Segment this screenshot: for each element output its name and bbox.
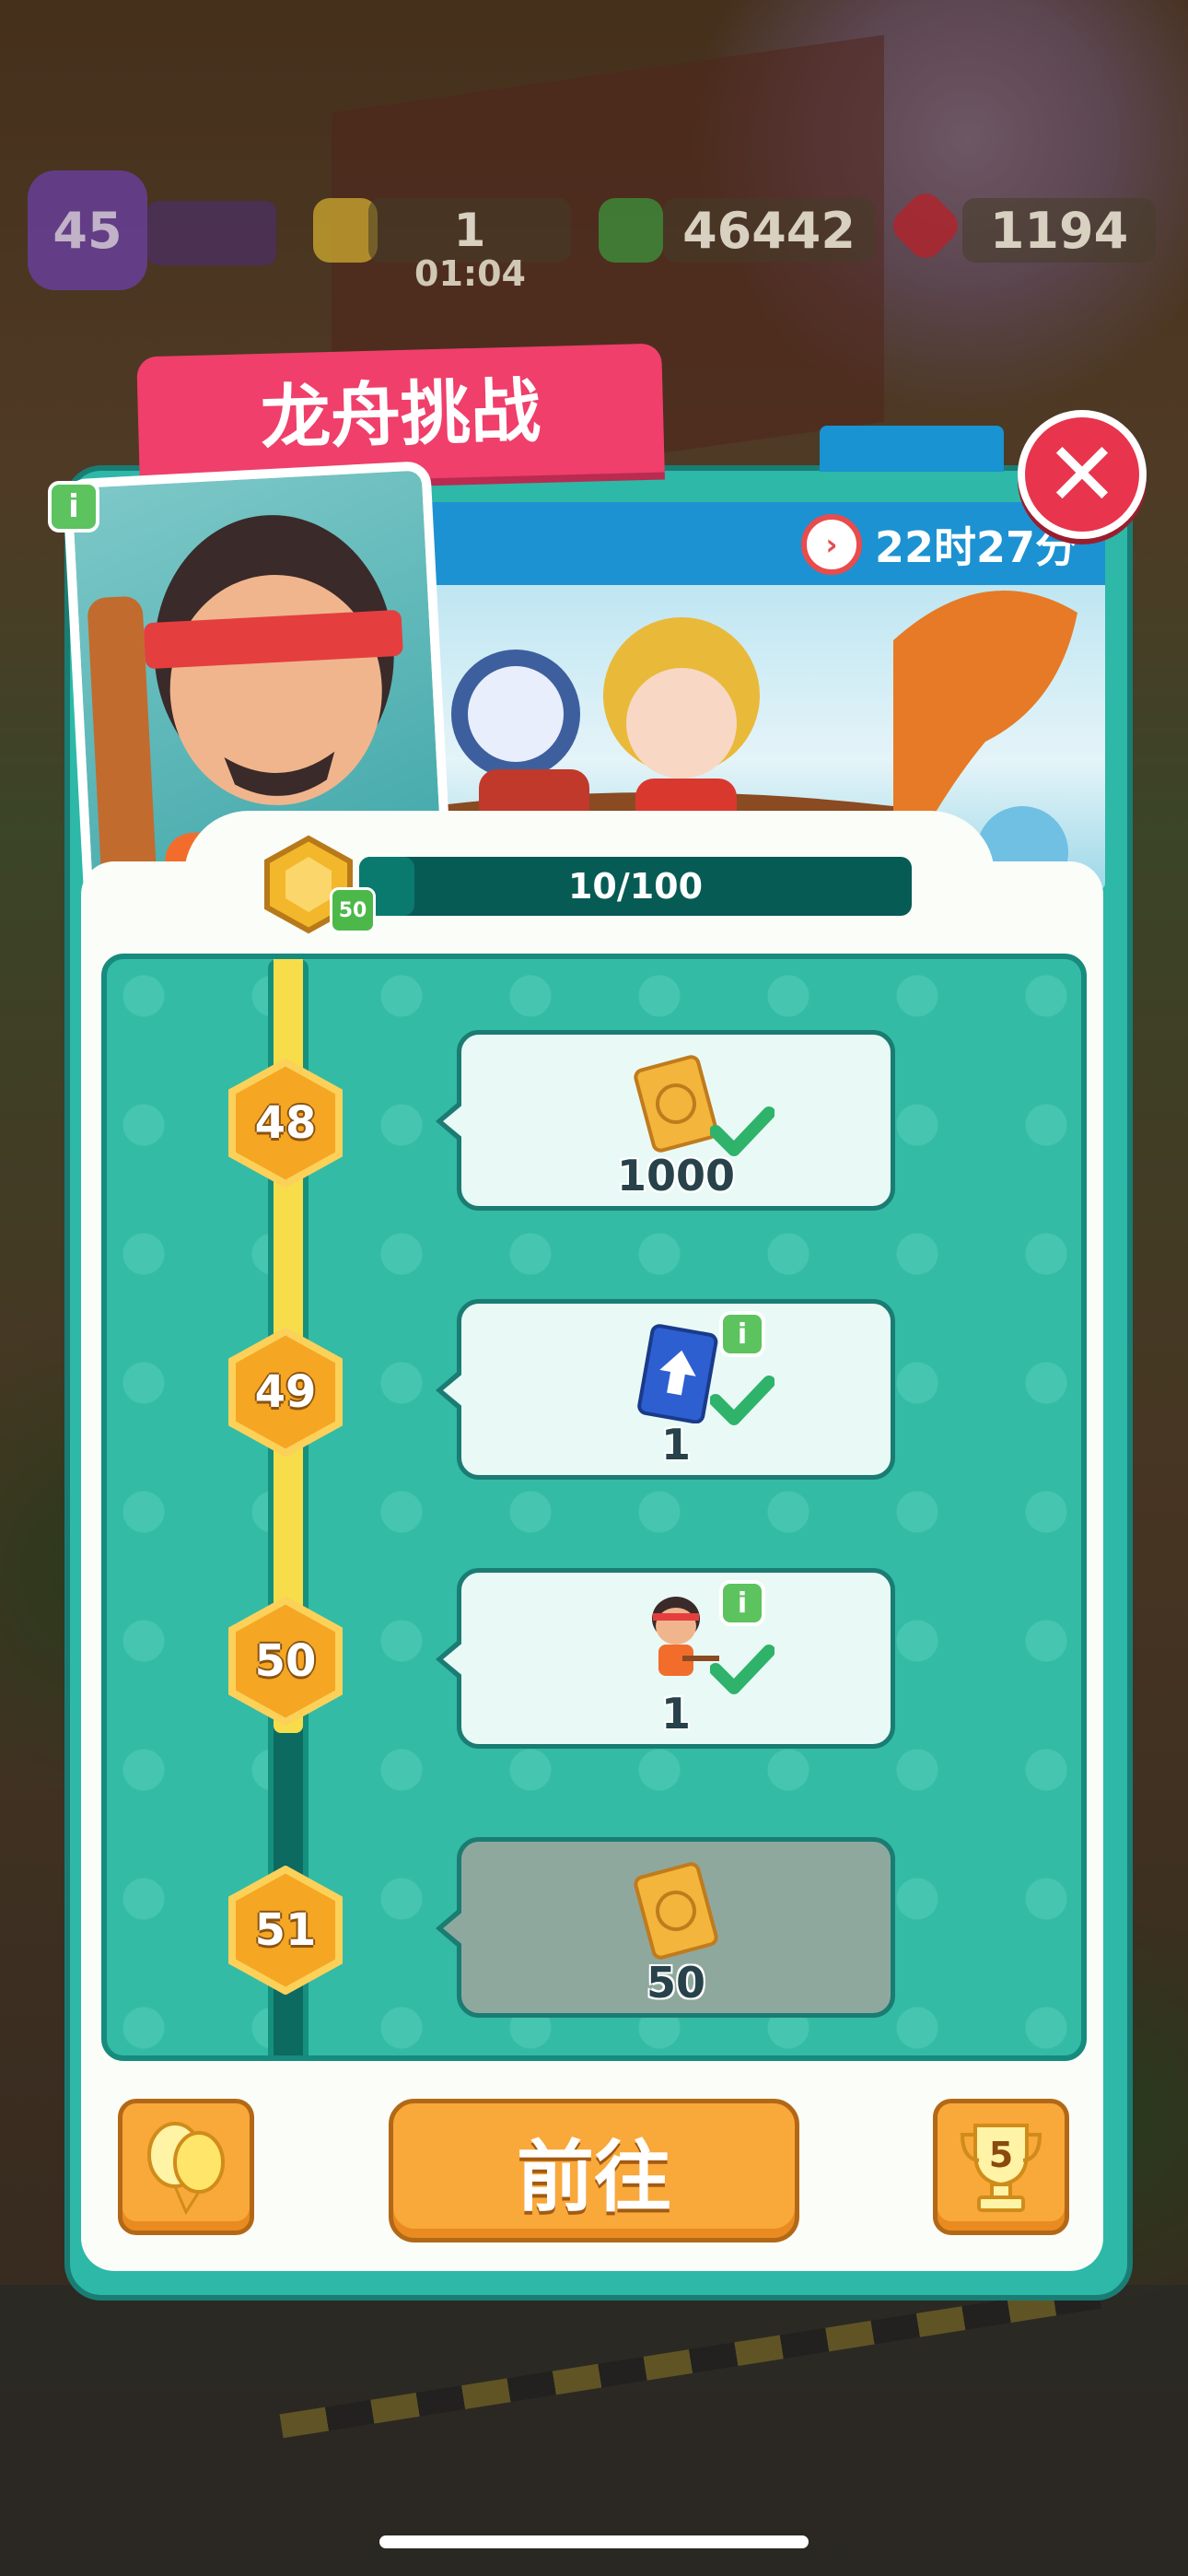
milestone-reward-card-locked[interactable]: 50	[436, 1837, 895, 2018]
milestone-reward-card[interactable]: 1000	[436, 1030, 895, 1211]
go-button-label: 前往	[516, 2131, 671, 2222]
gem-value: 1194	[962, 198, 1156, 263]
gem-icon	[886, 186, 965, 265]
progress-text: 10/100	[567, 866, 704, 907]
ticket-icon	[634, 1862, 718, 1960]
milestone-level: 50	[254, 1635, 317, 1687]
token-level-badge: 50	[330, 887, 376, 933]
player-level: 45	[52, 201, 122, 260]
close-icon: ✕	[1044, 423, 1120, 526]
milestone-level: 51	[254, 1904, 317, 1956]
event-token-icon: 50	[258, 834, 376, 935]
home-indicator[interactable]	[379, 2535, 809, 2548]
milestone-level-badge: 50	[227, 1597, 344, 1726]
energy-value: 1	[453, 204, 486, 257]
milestone-level: 49	[254, 1366, 317, 1418]
close-button[interactable]: ✕	[1018, 410, 1147, 539]
energy-timer: 01:04	[414, 253, 526, 294]
balloons-button[interactable]	[118, 2099, 254, 2235]
go-button[interactable]: 前往	[389, 2099, 799, 2242]
info-icon[interactable]: i	[48, 481, 99, 533]
energy-counter[interactable]: 1 01:04	[313, 180, 580, 294]
event-progress-bar: 10/100	[359, 857, 912, 916]
milestone-reward-card[interactable]: i 1	[436, 1568, 895, 1749]
cash-icon	[599, 198, 663, 263]
leaderboard-button[interactable]: 5	[933, 2099, 1069, 2235]
cash-counter[interactable]: 46442	[599, 180, 875, 272]
trophy-rank: 5	[988, 2135, 1014, 2175]
milestone-track[interactable]: 48 1000 49 i 1 50 i 1 51 50	[101, 954, 1087, 2061]
reward-amount: 1000	[616, 1151, 736, 1200]
milestone-level-badge: 49	[227, 1328, 344, 1457]
milestone-level-badge: 48	[227, 1059, 344, 1188]
milestone-reward-card[interactable]: i 1	[436, 1299, 895, 1480]
secondary-tab[interactable]	[820, 426, 1004, 472]
gem-counter[interactable]: 1194	[886, 180, 1165, 272]
cash-value: 46442	[663, 198, 875, 263]
reward-amount: 50	[646, 1958, 705, 2008]
milestone-level-badge: 51	[227, 1866, 344, 1995]
reward-info-icon[interactable]: i	[719, 1311, 765, 1357]
clock-icon: ›	[800, 514, 862, 575]
reward-amount: 1	[660, 1420, 691, 1469]
xp-bar	[147, 201, 276, 265]
reward-amount: 1	[660, 1689, 691, 1739]
balloons-icon	[147, 2122, 225, 2216]
milestone-level: 48	[254, 1097, 317, 1149]
player-level-badge[interactable]: 45	[28, 170, 147, 290]
reward-info-icon[interactable]: i	[719, 1580, 765, 1626]
